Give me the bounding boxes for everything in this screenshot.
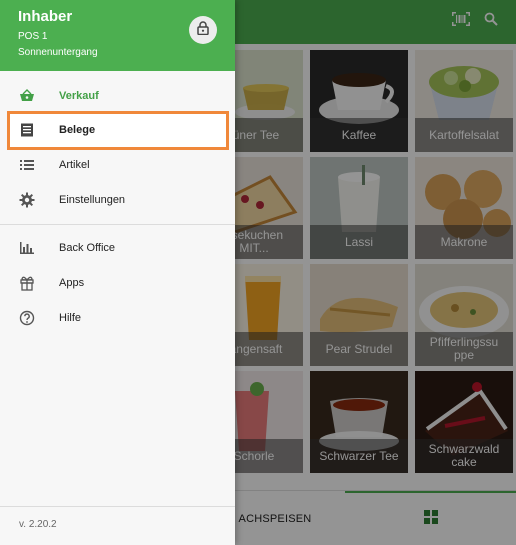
menu-item-einstellungen[interactable]: Einstellungen	[0, 183, 235, 217]
basket-icon	[19, 88, 35, 104]
menu-item-label: Einstellungen	[59, 194, 126, 206]
pos-name: POS 1	[18, 31, 48, 42]
lock-icon	[197, 20, 209, 40]
receipt-icon	[19, 122, 35, 138]
navigation-drawer: Inhaber POS 1 Sonnenuntergang Verkauf Be…	[0, 0, 235, 545]
menu-item-label: Belege	[59, 124, 96, 136]
menu-item-apps[interactable]: Apps	[0, 266, 235, 300]
list-icon	[19, 157, 35, 173]
menu-item-verkauf[interactable]: Verkauf	[0, 79, 235, 113]
menu-item-label: Hilfe	[59, 312, 82, 324]
menu-item-belege[interactable]: Belege	[0, 113, 235, 147]
shift-name: Sonnenuntergang	[18, 47, 98, 58]
menu-divider	[0, 224, 235, 225]
menu-item-label: Artikel	[59, 159, 90, 171]
menu-item-back-office[interactable]: Back Office	[0, 231, 235, 265]
menu-item-label: Verkauf	[59, 90, 99, 102]
drawer-header: Inhaber POS 1 Sonnenuntergang	[0, 0, 235, 71]
help-icon	[19, 310, 35, 326]
menu-item-label: Apps	[59, 277, 85, 289]
lock-button[interactable]	[189, 16, 217, 44]
apps-icon	[19, 275, 35, 291]
gear-icon	[19, 192, 35, 208]
app-version: v. 2.20.2	[19, 519, 57, 530]
bar-chart-icon	[19, 240, 35, 256]
menu-item-label: Back Office	[59, 242, 116, 254]
user-name: Inhaber	[18, 8, 73, 25]
menu-item-artikel[interactable]: Artikel	[0, 148, 235, 182]
menu-divider	[0, 506, 235, 507]
menu-item-hilfe[interactable]: Hilfe	[0, 301, 235, 335]
